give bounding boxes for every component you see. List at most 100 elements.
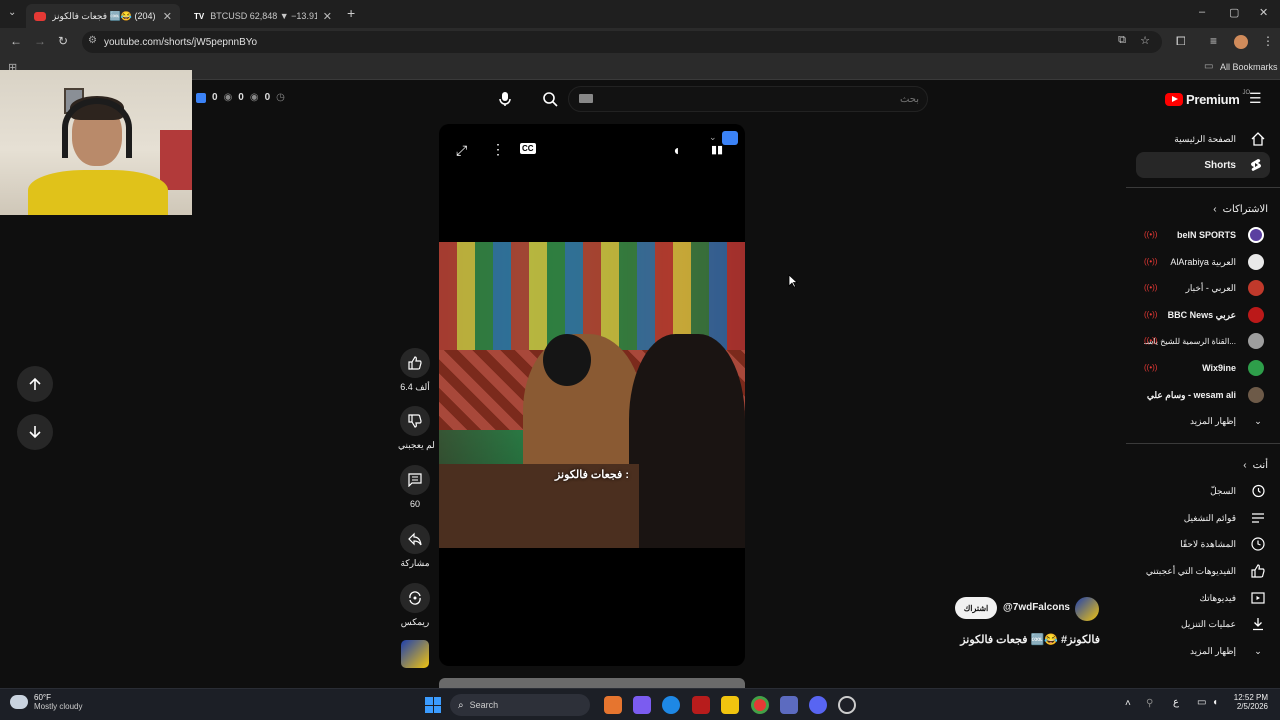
video-caption: فجعات فالكونز : [554,469,629,481]
install-app-icon[interactable]: ⧉ [1118,34,1126,47]
channel-info: اشتراك @7wdFalcons [955,597,1100,621]
counter-1: 0 [212,92,218,103]
teams-icon[interactable] [780,696,798,714]
fullscreen-icon[interactable]: ⤢ [456,142,467,159]
browser-menu-icon[interactable]: ⋮ [1262,34,1274,48]
dislike-button[interactable]: لم يعجبني [398,406,435,451]
share-label: مشاركة [400,558,430,568]
sidebar-item-wix9ine[interactable]: ((•)) Wix9ine [1126,355,1280,381]
tab-youtube[interactable]: فجعات فالكونز 🆒😂 (204) ✕ [26,4,180,28]
maximize-button[interactable]: ▢ [1229,6,1239,19]
search-button[interactable] [536,85,564,113]
bookmarks-bar: ⊞ ▭ All Bookmarks [0,56,1280,80]
profile-avatar[interactable] [1234,35,1248,49]
sidebar-item-home[interactable]: الصفحة الرئيسية [1126,126,1280,152]
close-tab-icon[interactable]: ✕ [323,10,332,23]
arrow-down-icon [29,426,41,439]
remix-button[interactable]: ريمكس [398,583,432,628]
clock-icon: ◷ [276,92,285,103]
extension-player-icon[interactable] [722,131,738,145]
sidebar-item-alarabiya[interactable]: ((•)) AlArabiya العربية [1126,249,1280,275]
sidebar-item-shorts[interactable]: Shorts [1136,152,1270,178]
extension-badge-icon[interactable] [196,92,206,103]
previous-short-button[interactable] [17,366,53,402]
sidebar-item-watch-later[interactable]: المشاهدة لاحقًا [1126,531,1280,557]
sidebar-item-alaraby[interactable]: ((•)) العربي - أخبار [1126,275,1280,301]
subscribe-button[interactable]: اشتراك [955,597,997,619]
more-options-icon[interactable]: ⋮ [491,141,505,158]
tab-search-icon[interactable]: ⌄ [8,7,16,18]
sidebar-item-history[interactable]: السجلّ [1126,478,1280,504]
start-button[interactable] [425,697,441,713]
back-icon[interactable]: ← [10,34,22,48]
close-tab-icon[interactable]: ✕ [163,10,172,23]
you-header[interactable]: ‹ أنت [1126,460,1280,471]
new-tab-button[interactable]: + [347,5,355,21]
taskbar-search[interactable]: ⌕ Search [450,694,590,716]
sidebar-item-bein-sports[interactable]: ((•)) beIN SPORTS [1126,222,1280,248]
media-control-icon[interactable]: ≡ [1210,34,1217,48]
voice-search-button[interactable] [491,85,519,113]
like-button[interactable]: 6.4 ألف [398,348,432,393]
sidebar-item-sheikh-channel[interactable]: ((•)) القناة الرسمية للشيخ ياسـ... [1126,328,1280,354]
eye-icon: ◉ [249,92,259,103]
shorts-player[interactable]: ⤢ ⋮ CC ◖ ▮▮ ⌄ فجعات فالكونز : [439,124,745,666]
sidebar-show-more-you[interactable]: إظهار المزيد ⌄ [1126,638,1280,664]
next-short-button[interactable] [17,414,53,450]
sidebar-item-label: BBC News عربي [1167,309,1236,320]
comments-button[interactable]: 60 [398,465,432,509]
steam-icon[interactable] [838,696,856,714]
mic-tray-icon[interactable]: ⚲ [1146,698,1153,709]
keyboard-icon[interactable] [579,94,593,103]
search-input[interactable] [599,90,919,108]
discord-icon[interactable] [809,696,827,714]
volume-icon[interactable]: ◖ [672,142,680,158]
site-info-icon[interactable]: ⚙ [88,35,97,46]
app-icon[interactable] [604,696,622,714]
tab-tradingview[interactable]: TV BTCUSD 62,848 ▼ −13.91% ab ✕ [186,4,340,28]
video-frame: فجعات فالكونز : [439,242,745,548]
clock[interactable]: 12:52 PM 2/5/2026 [1230,693,1268,711]
weather-widget[interactable]: 60°F Mostly cloudy [10,693,82,711]
input-language[interactable]: ع [1173,697,1179,708]
share-button[interactable]: مشاركة [398,524,432,569]
subscriptions-header[interactable]: ‹ الاشتراكات [1126,204,1280,215]
close-window-button[interactable]: ✕ [1259,6,1268,19]
sidebar-item-liked-videos[interactable]: الفيديوهات التي أعجبتني [1126,558,1280,584]
search-box[interactable] [568,86,928,112]
reload-icon[interactable]: ↻ [58,34,68,48]
chrome-icon[interactable] [751,696,769,714]
sidebar-item-wesam-ali[interactable]: وسام علي - wesam ali [1126,382,1280,408]
captions-button[interactable]: CC [520,143,536,154]
sidebar-item-bbc-arabic[interactable]: ((•)) BBC News عربي [1126,302,1280,328]
youtube-favicon-icon [34,11,46,21]
minimize-button[interactable]: – [1199,6,1205,18]
copilot-icon[interactable] [633,696,651,714]
sidebar-item-downloads[interactable]: عمليات التنزيل [1126,611,1280,637]
all-bookmarks-link[interactable]: All Bookmarks [1220,62,1278,72]
play-pause-icon[interactable]: ▮▮ [711,143,723,156]
bookmark-star-icon[interactable]: ☆ [1140,34,1150,47]
sidebar-item-playlists[interactable]: قوائم التشغيل [1126,505,1280,531]
your-videos-icon [1250,590,1266,606]
channel-handle[interactable]: @7wdFalcons [1003,602,1070,613]
extensions-icon[interactable]: ⧠ [1176,34,1186,49]
file-explorer-icon[interactable] [721,696,739,714]
speaker-icon[interactable]: ◖ [1212,697,1218,708]
weather-desc: Mostly cloudy [34,702,83,711]
network-icon[interactable]: ▭ [1197,697,1206,708]
sidebar-show-more-subscriptions[interactable]: إظهار المزيد ⌄ [1126,408,1280,434]
edge-icon[interactable] [662,696,680,714]
sidebar-item-your-videos[interactable]: فيديوهاتك [1126,585,1280,611]
address-bar[interactable]: ⚙ youtube.com/shorts/jW5pepnnBYo ⧉ ☆ [82,31,1162,53]
chevron-down-icon[interactable]: ⌄ [709,132,717,143]
channel-avatar [1248,280,1264,296]
sound-thumbnail[interactable] [401,640,429,668]
channel-avatar [1248,227,1264,243]
forward-icon[interactable]: → [34,34,46,48]
tray-chevron-icon[interactable]: ˄ [1125,698,1131,709]
dota-icon[interactable] [692,696,710,714]
url-text: youtube.com/shorts/jW5pepnnBYo [104,36,258,48]
channel-avatar[interactable] [1075,597,1099,621]
webcam-overlay [0,70,192,215]
